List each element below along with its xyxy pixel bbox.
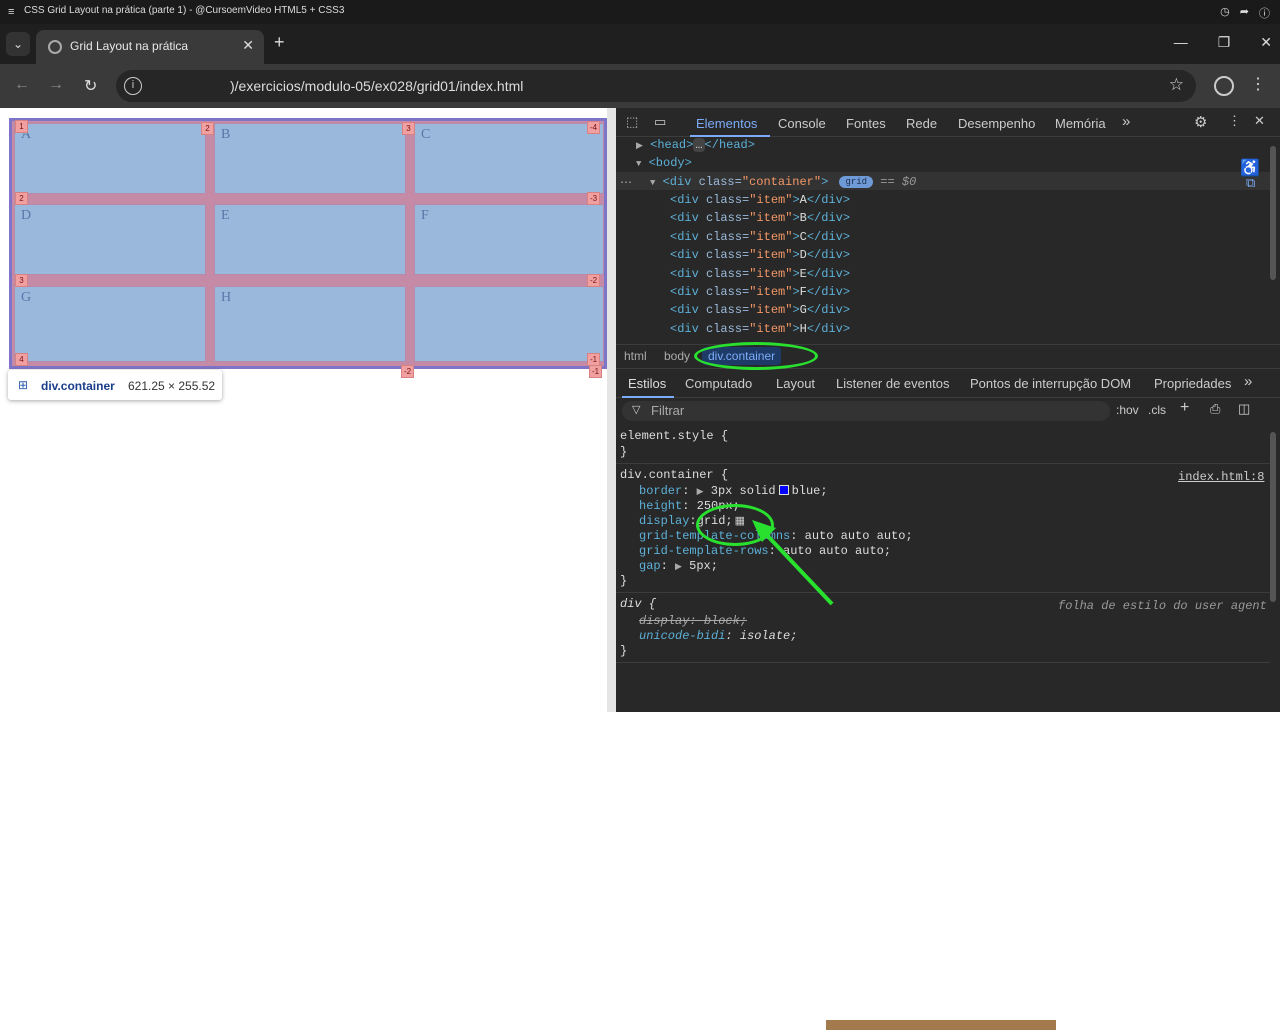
grid-item: G: [14, 286, 206, 362]
grid-line-number: -2: [401, 365, 415, 378]
grid-line-number: -2: [587, 274, 601, 287]
grid-line-number: 4: [15, 353, 28, 366]
close-window-icon[interactable]: ✕: [1260, 34, 1272, 51]
browser-tab-strip: ⌄ Grid Layout na prática ✕ + — ❐ ✕: [0, 24, 1280, 64]
toolbar: ← → ↻ i )/exercicios/modulo-05/ex028/gri…: [0, 64, 1280, 108]
back-icon[interactable]: ←: [14, 76, 30, 94]
video-title: CSS Grid Layout na prática (parte 1) - @…: [24, 5, 345, 16]
new-tab-button[interactable]: +: [274, 32, 285, 53]
minimize-icon[interactable]: —: [1174, 34, 1188, 51]
grid-item: A: [14, 123, 206, 194]
grid-line-number: -4: [587, 121, 601, 134]
reload-icon[interactable]: ↻: [84, 76, 97, 96]
grid-line-number: 2: [15, 192, 28, 205]
globe-icon: [48, 40, 62, 54]
grid-container[interactable]: A B C D E F G H: [9, 118, 607, 369]
grid-item: E: [214, 204, 406, 275]
grid-item: F: [414, 204, 604, 275]
grid-item: D: [14, 204, 206, 275]
browser-tab[interactable]: Grid Layout na prática ✕: [36, 30, 264, 64]
tooltip-selector: div.container: [41, 379, 115, 393]
grid-item: H: [214, 286, 406, 362]
tab-title: Grid Layout na prática: [70, 39, 189, 53]
close-tab-icon[interactable]: ✕: [242, 37, 254, 54]
video-overlay-bar: [826, 1020, 1056, 1030]
profile-icon[interactable]: [1214, 76, 1234, 96]
grid-line-number: -1: [589, 365, 603, 378]
grid-item: [414, 286, 604, 362]
menu-icon[interactable]: ≡: [8, 6, 14, 18]
site-info-icon[interactable]: i: [124, 77, 142, 95]
grid-item: C: [414, 123, 604, 194]
inspect-tooltip: ⊞ div.container 621.25 × 255.52: [8, 370, 222, 400]
grid-item: B: [214, 123, 406, 194]
share-icon[interactable]: ➦: [1240, 5, 1249, 21]
browser-menu-icon[interactable]: ⋮: [1250, 74, 1266, 94]
video-title-bar: ≡ CSS Grid Layout na prática (parte 1) -…: [0, 0, 1280, 24]
grid-line-number: 1: [15, 120, 28, 133]
grid-line-number: 3: [15, 274, 28, 287]
grid-line-number: 3: [402, 122, 415, 135]
tooltip-dimensions: 621.25 × 255.52: [128, 379, 216, 393]
grid-icon: ⊞: [18, 378, 29, 392]
panel-divider[interactable]: [607, 108, 616, 712]
grid-line-number: -3: [587, 192, 601, 205]
devtools-panel: ⬚ ▭ Elementos Console Fontes Rede Desemp…: [616, 108, 1280, 1030]
annotation-arrow: [752, 520, 834, 606]
clock-icon[interactable]: ◷: [1220, 5, 1230, 21]
address-bar[interactable]: i )/exercicios/modulo-05/ex028/grid01/in…: [116, 70, 1196, 102]
grid-line-number: 2: [201, 122, 214, 135]
url-text[interactable]: )/exercicios/modulo-05/ex028/grid01/inde…: [230, 78, 523, 94]
page-viewport: A B C D E F G H 1 2 3 -4 2 3 4 -3 -2 -1 …: [0, 108, 607, 712]
info-icon[interactable]: ⓘ: [1259, 5, 1270, 21]
tab-search-button[interactable]: ⌄: [6, 32, 30, 56]
forward-icon[interactable]: →: [48, 76, 64, 94]
bookmark-star-icon[interactable]: ☆: [1169, 75, 1184, 95]
restore-icon[interactable]: ❐: [1218, 34, 1231, 51]
